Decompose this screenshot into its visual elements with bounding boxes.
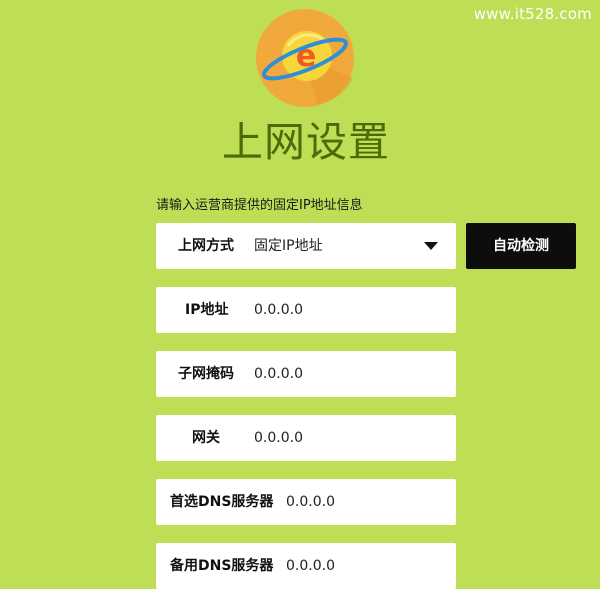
watermark: www.it528.com — [473, 5, 592, 23]
gateway-field[interactable]: 网关 0.0.0.0 — [156, 415, 456, 461]
subnet-mask-field[interactable]: 子网掩码 0.0.0.0 — [156, 351, 456, 397]
secondary-dns-value[interactable]: 0.0.0.0 — [286, 543, 335, 589]
subnet-mask-value[interactable]: 0.0.0.0 — [254, 351, 303, 397]
connection-type-select[interactable]: 上网方式 固定IP地址 — [156, 223, 456, 269]
primary-dns-label: 首选DNS服务器 — [170, 494, 274, 510]
secondary-dns-field[interactable]: 备用DNS服务器 0.0.0.0 — [156, 543, 456, 589]
connection-type-value: 固定IP地址 — [254, 238, 323, 254]
page-title: 上网设置 — [222, 118, 390, 166]
primary-dns-value[interactable]: 0.0.0.0 — [286, 479, 335, 525]
ip-address-value[interactable]: 0.0.0.0 — [254, 287, 303, 333]
gateway-value[interactable]: 0.0.0.0 — [254, 415, 303, 461]
browser-logo-icon: e — [255, 8, 355, 108]
ip-address-label: IP地址 — [185, 302, 229, 318]
instruction-text: 请输入运营商提供的固定IP地址信息 — [156, 198, 363, 213]
subnet-mask-label: 子网掩码 — [178, 366, 234, 382]
ip-address-field[interactable]: IP地址 0.0.0.0 — [156, 287, 456, 333]
chevron-down-icon[interactable] — [424, 242, 438, 250]
connection-type-label: 上网方式 — [178, 238, 234, 254]
secondary-dns-label: 备用DNS服务器 — [170, 558, 274, 574]
gateway-label: 网关 — [192, 430, 220, 446]
auto-detect-button[interactable]: 自动检测 — [466, 223, 576, 269]
primary-dns-field[interactable]: 首选DNS服务器 0.0.0.0 — [156, 479, 456, 525]
